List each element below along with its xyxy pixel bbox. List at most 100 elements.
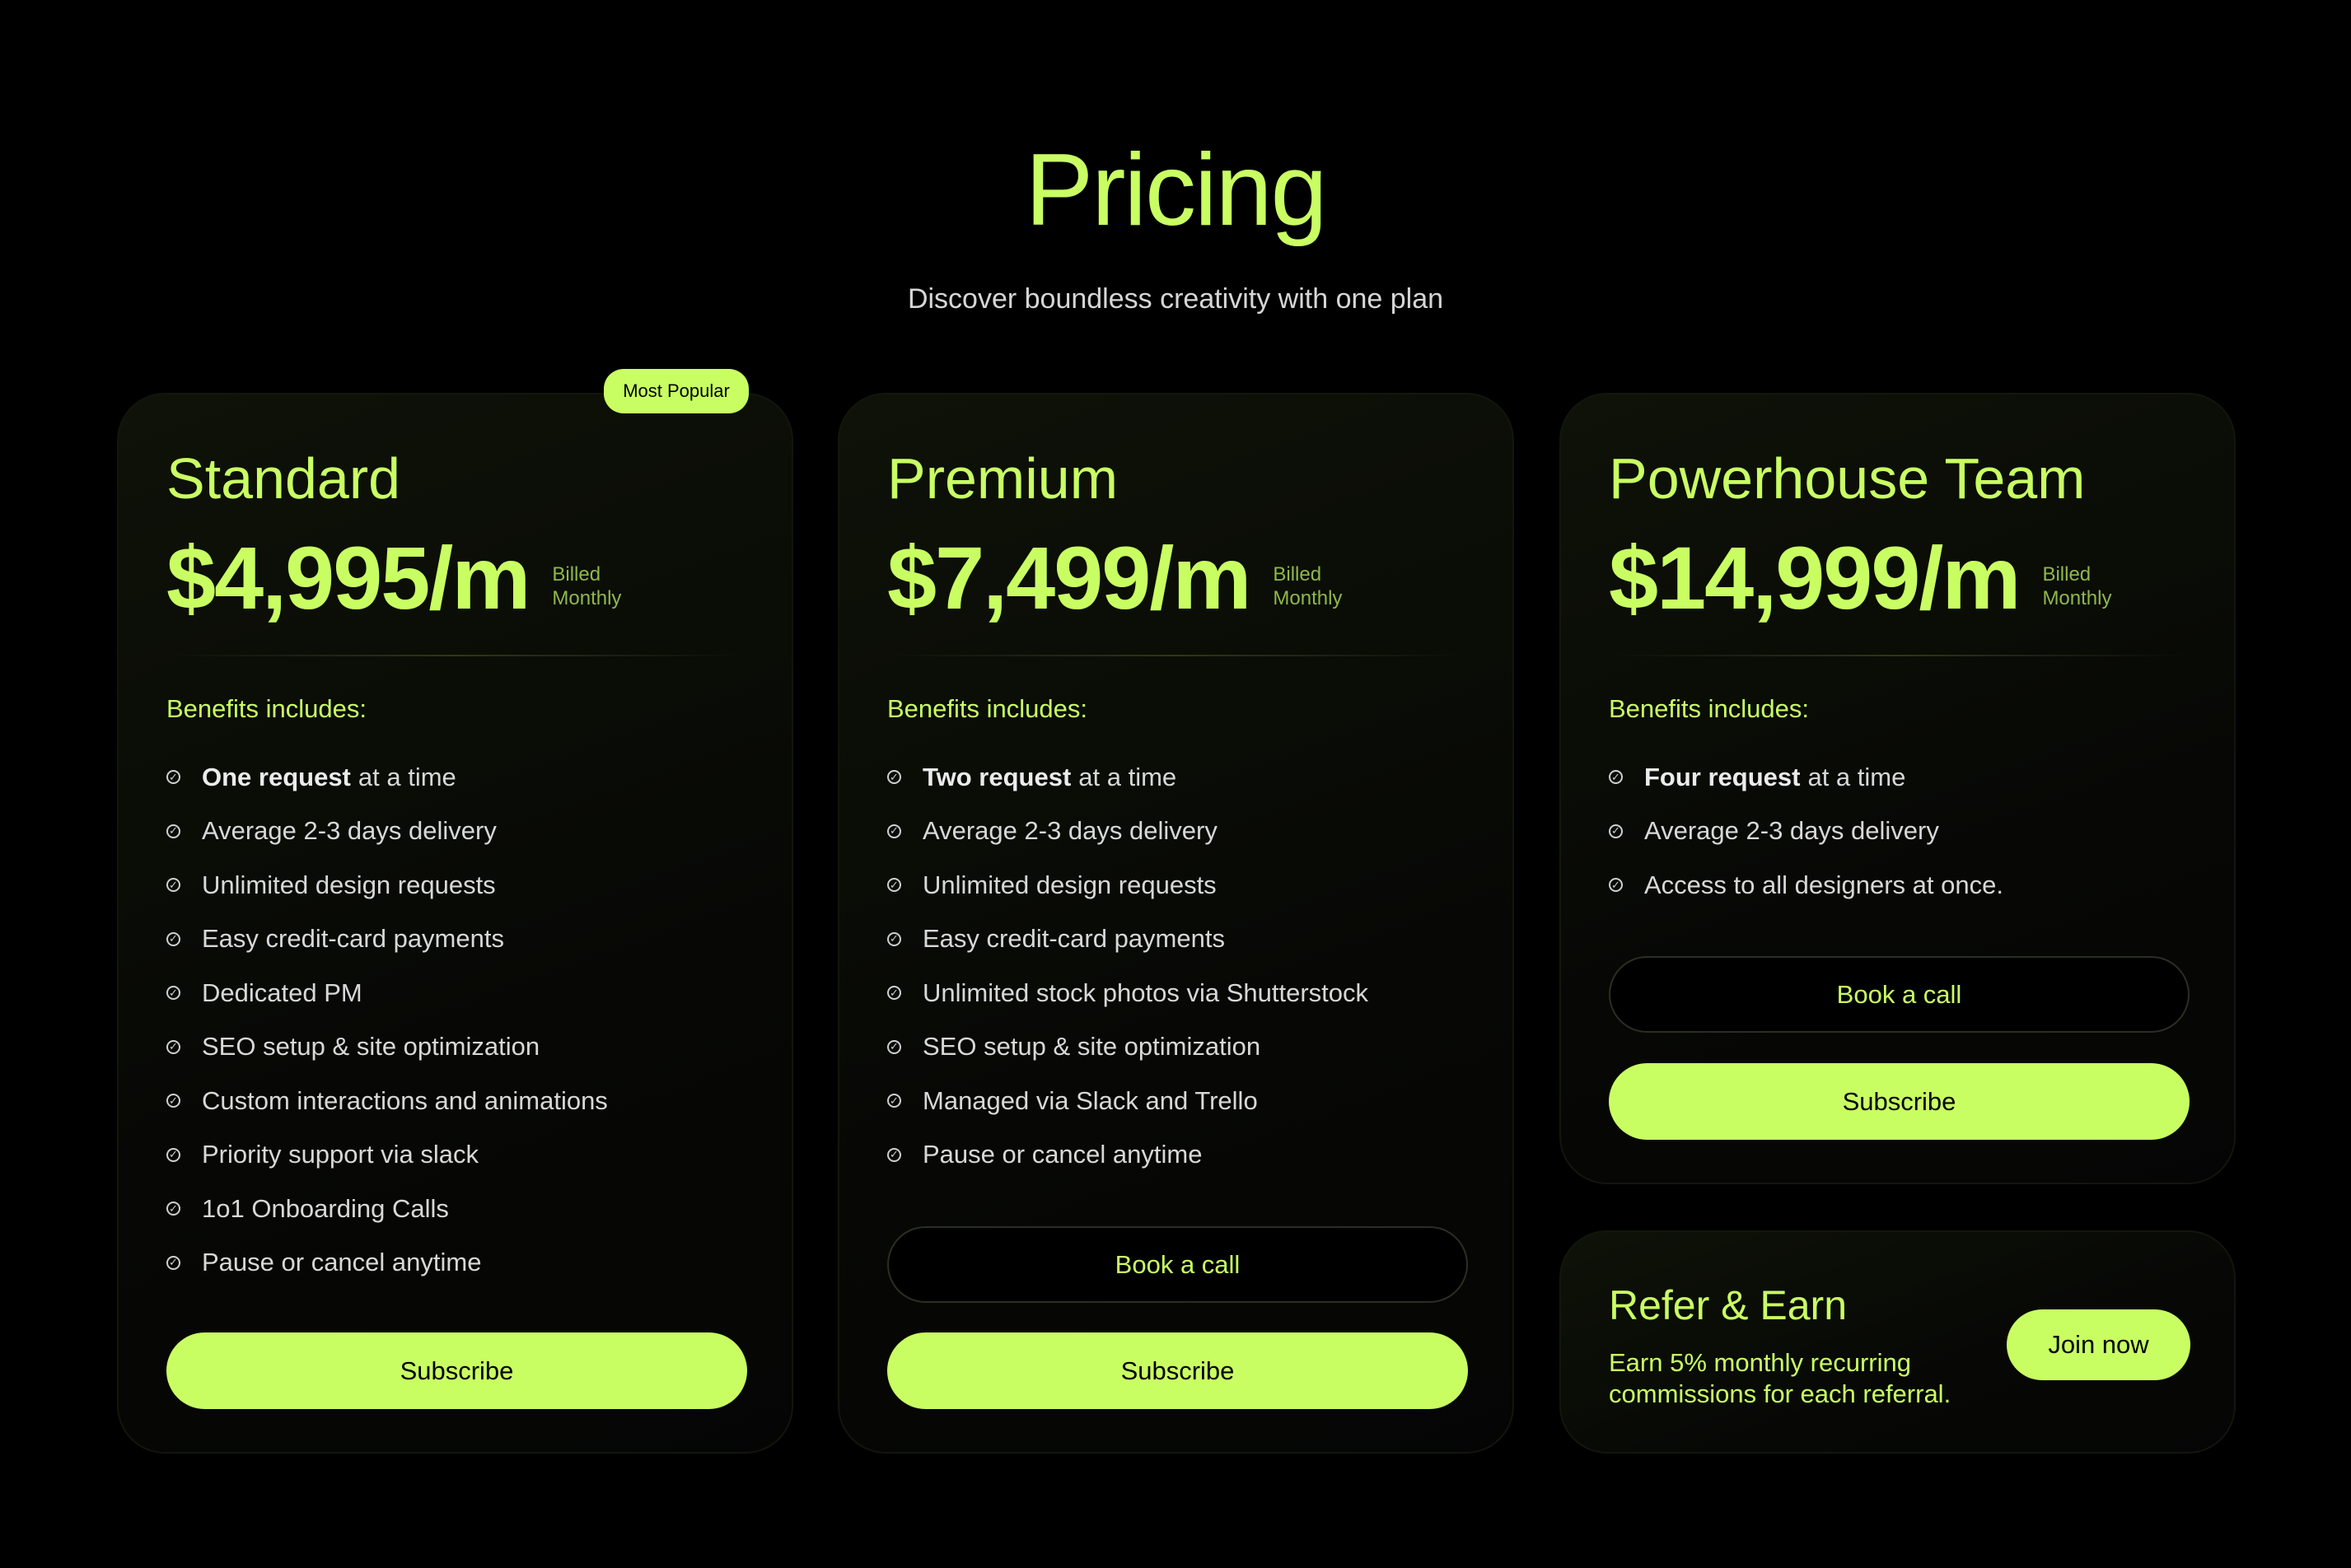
benefit-item: ✓ Four request at a time — [1609, 750, 2003, 805]
benefit-text: Pause or cancel anytime — [202, 1248, 482, 1277]
benefit-item: ✓ Average 2-3 days delivery — [166, 805, 608, 859]
check-circle-icon: ✓ — [887, 824, 901, 838]
benefit-text: Dedicated PM — [202, 978, 362, 1007]
benefit-bold: One request — [202, 762, 351, 791]
benefits-list: ✓ Two request at a time ✓ Average 2-3 da… — [887, 750, 1368, 1182]
check-circle-icon: ✓ — [887, 1094, 901, 1108]
benefit-bold: Four request — [1644, 762, 1801, 791]
billing-period: Billed Monthly — [1273, 562, 1342, 610]
check-circle-icon: ✓ — [887, 878, 901, 893]
benefit-text: Easy credit-card payments — [923, 924, 1225, 954]
price-row: $4,995/m Billed Monthly — [166, 526, 621, 629]
benefit-item: ✓ Pause or cancel anytime — [166, 1236, 608, 1290]
check-circle-icon: ✓ — [887, 1147, 901, 1162]
benefit-text: Access to all designers at once. — [1644, 870, 2003, 899]
check-circle-icon: ✓ — [1609, 878, 1623, 893]
benefit-bold: Two request — [923, 762, 1072, 791]
benefit-text: Average 2-3 days delivery — [202, 816, 497, 846]
benefit-item: ✓ Unlimited stock photos via Shutterstoc… — [887, 966, 1368, 1020]
billing-period: Billed Monthly — [2042, 562, 2111, 610]
subscribe-button[interactable]: Subscribe — [1609, 1063, 2190, 1140]
page-subtitle: Discover boundless creativity with one p… — [907, 283, 1444, 315]
plan-price: $7,499/m — [887, 528, 1251, 628]
benefit-text: Managed via Slack and Trello — [923, 1085, 1258, 1115]
plan-name: Powerhouse Team — [1609, 446, 2086, 511]
monthly-label: Monthly — [1273, 586, 1343, 609]
benefit-item: ✓ Custom interactions and animations — [166, 1074, 608, 1128]
check-circle-icon: ✓ — [1609, 824, 1623, 838]
benefit-item: ✓ Two request at a time — [887, 750, 1368, 805]
check-circle-icon: ✓ — [166, 1039, 180, 1054]
benefit-item: ✓ SEO setup & site optimization — [166, 1020, 608, 1075]
check-circle-icon: ✓ — [887, 770, 901, 785]
check-circle-icon: ✓ — [166, 1147, 180, 1162]
plan-card-powerhouse-team: Powerhouse Team $14,999/m Billed Monthly… — [1559, 393, 2236, 1184]
benefit-text: at a time — [358, 762, 456, 791]
benefit-item: ✓ Access to all designers at once. — [1609, 858, 2003, 912]
benefit-text: Average 2-3 days delivery — [923, 816, 1218, 846]
plan-name: Standard — [166, 446, 401, 511]
benefit-item: ✓ Average 2-3 days delivery — [887, 805, 1368, 859]
benefit-item: ✓ Unlimited design requests — [166, 858, 608, 912]
check-circle-icon: ✓ — [166, 770, 180, 785]
benefit-text: Unlimited stock photos via Shutterstock — [923, 978, 1369, 1007]
benefit-text: SEO setup & site optimization — [202, 1032, 540, 1062]
benefit-item: ✓ Pause or cancel anytime — [887, 1128, 1368, 1183]
benefit-text: Average 2-3 days delivery — [1644, 816, 1939, 846]
benefits-label: Benefits includes: — [166, 694, 367, 723]
benefit-item: ✓ Priority support via slack — [166, 1128, 608, 1183]
check-circle-icon: ✓ — [166, 878, 180, 893]
check-circle-icon: ✓ — [166, 1202, 180, 1216]
benefit-text: Priority support via slack — [202, 1140, 479, 1169]
benefits-label: Benefits includes: — [1609, 694, 1809, 723]
benefit-text: 1o1 Onboarding Calls — [202, 1193, 449, 1223]
plan-card-premium: Premium $7,499/m Billed Monthly Benefits… — [838, 393, 1514, 1454]
billed-label: Billed — [1273, 562, 1322, 586]
check-circle-icon: ✓ — [887, 1039, 901, 1054]
benefit-item: ✓ Easy credit-card payments — [887, 912, 1368, 967]
benefits-list: ✓ Four request at a time ✓ Average 2-3 d… — [1609, 750, 2003, 912]
check-circle-icon: ✓ — [166, 986, 180, 1001]
benefit-text: Custom interactions and animations — [202, 1085, 608, 1115]
benefit-item: ✓ Average 2-3 days delivery — [1609, 805, 2003, 859]
subscribe-button[interactable]: Subscribe — [887, 1332, 1468, 1409]
plan-name: Premium — [887, 446, 1119, 511]
benefit-item: ✓ SEO setup & site optimization — [887, 1020, 1368, 1075]
benefit-text: SEO setup & site optimization — [923, 1032, 1261, 1062]
benefit-text: Pause or cancel anytime — [923, 1140, 1203, 1169]
billed-label: Billed — [552, 562, 601, 586]
benefit-item: ✓ 1o1 Onboarding Calls — [166, 1182, 608, 1236]
benefit-item: ✓ Unlimited design requests — [887, 858, 1368, 912]
billing-period: Billed Monthly — [552, 562, 621, 610]
price-row: $14,999/m Billed Monthly — [1609, 526, 2111, 629]
most-popular-badge: Most Popular — [604, 369, 749, 413]
divider — [1609, 655, 2186, 656]
benefits-list: ✓ One request at a time ✓ Average 2-3 da… — [166, 750, 608, 1290]
check-circle-icon: ✓ — [1609, 770, 1623, 785]
check-circle-icon: ✓ — [166, 1255, 180, 1270]
check-circle-icon: ✓ — [166, 1094, 180, 1108]
check-circle-icon: ✓ — [166, 824, 180, 838]
benefit-item: ✓ Managed via Slack and Trello — [887, 1074, 1368, 1128]
monthly-label: Monthly — [2042, 586, 2112, 609]
divider — [887, 655, 1465, 656]
benefit-text: Unlimited design requests — [202, 870, 496, 899]
plan-card-standard: Standard $4,995/m Billed Monthly Benefit… — [117, 393, 793, 1454]
book-a-call-button[interactable]: Book a call — [887, 1226, 1468, 1303]
check-circle-icon: ✓ — [166, 931, 180, 946]
plan-price: $4,995/m — [166, 528, 530, 628]
refer-title: Refer & Earn — [1609, 1282, 1848, 1328]
check-circle-icon: ✓ — [887, 931, 901, 946]
monthly-label: Monthly — [552, 586, 622, 609]
benefit-text: Easy credit-card payments — [202, 924, 504, 954]
billed-label: Billed — [2042, 562, 2092, 586]
benefit-text: Unlimited design requests — [923, 870, 1217, 899]
page-title: Pricing — [1025, 133, 1327, 247]
benefit-text: at a time — [1807, 762, 1906, 791]
benefit-item: ✓ Easy credit-card payments — [166, 912, 608, 967]
refer-description: Earn 5% monthly recurring commissions fo… — [1609, 1348, 1951, 1408]
join-now-button[interactable]: Join now — [2007, 1309, 2190, 1380]
benefit-text: at a time — [1078, 762, 1177, 791]
book-a-call-button[interactable]: Book a call — [1609, 956, 2190, 1033]
subscribe-button[interactable]: Subscribe — [166, 1332, 747, 1409]
